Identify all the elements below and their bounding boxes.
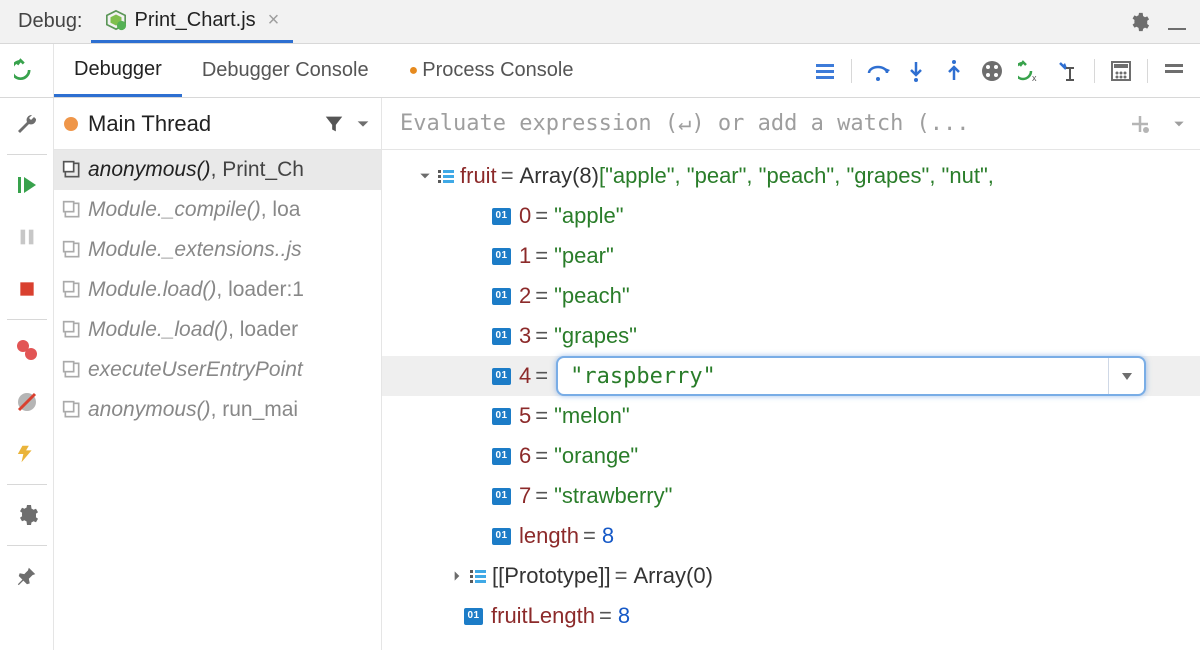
value-edit-box[interactable] — [556, 356, 1146, 396]
var-item-2[interactable]: 01 2 = "peach" — [382, 276, 1200, 316]
breakpoints-enabled-icon[interactable] — [0, 324, 54, 376]
thread-selector[interactable]: Main Thread — [54, 98, 382, 149]
var-item-5[interactable]: 01 5 = "melon" — [382, 396, 1200, 436]
async-icon[interactable] — [0, 428, 54, 480]
var-item-4-editing[interactable]: 01 4 = — [382, 356, 1200, 396]
value-edit-input[interactable] — [568, 363, 1104, 390]
resume-ws-icon[interactable]: x — [1018, 59, 1042, 83]
pause-button[interactable] — [0, 211, 54, 263]
calculator-icon[interactable] — [1109, 59, 1133, 83]
expand-icon[interactable] — [412, 169, 438, 183]
array-icon — [470, 570, 486, 583]
index-badge-icon: 01 — [464, 608, 483, 625]
view-breakpoints-icon[interactable] — [980, 59, 1004, 83]
frame-icon — [62, 200, 82, 220]
eval-dropdown-icon[interactable] — [1172, 117, 1186, 131]
history-dropdown-icon[interactable] — [1108, 358, 1144, 394]
frame-icon — [62, 360, 82, 380]
filter-icon[interactable] — [323, 113, 345, 135]
wrench-icon[interactable] — [0, 98, 54, 150]
step-out-icon[interactable] — [942, 59, 966, 83]
more-icon[interactable] — [1162, 59, 1186, 83]
index-badge-icon: 01 — [492, 248, 511, 265]
index-badge-icon: 01 — [492, 448, 511, 465]
evaluate-expression-input[interactable]: Evaluate expression (↵) or add a watch (… — [382, 98, 1200, 149]
var-item-1[interactable]: 01 1 = "pear" — [382, 236, 1200, 276]
stack-frame[interactable]: anonymous(), Print_Ch — [54, 150, 381, 190]
tab-debugger-console[interactable]: Debugger Console — [182, 44, 389, 97]
frame-icon — [62, 320, 82, 340]
debug-config-tab[interactable]: Print_Chart.js × — [91, 0, 294, 43]
var-item-6[interactable]: 01 6 = "orange" — [382, 436, 1200, 476]
index-badge-icon: 01 — [492, 288, 511, 305]
pin-icon[interactable] — [0, 550, 54, 602]
dropdown-icon[interactable] — [355, 116, 371, 132]
gear-icon[interactable] — [1128, 11, 1150, 33]
minimize-icon[interactable] — [1168, 14, 1186, 30]
var-fruitlength[interactable]: 01 fruitLength = 8 — [382, 596, 1200, 636]
index-badge-icon: 01 — [492, 488, 511, 505]
step-into-icon[interactable] — [904, 59, 928, 83]
tab-title: Print_Chart.js — [135, 9, 256, 32]
tab-process-console[interactable]: ● Process Console — [389, 44, 594, 97]
svg-text:x: x — [1032, 73, 1037, 83]
frame-icon — [62, 160, 82, 180]
add-watch-icon[interactable] — [1128, 112, 1152, 136]
step-over-icon[interactable] — [866, 59, 890, 83]
expand-icon[interactable] — [444, 569, 470, 583]
rerun-button[interactable] — [0, 44, 54, 96]
mute-breakpoints-icon[interactable] — [0, 376, 54, 428]
stop-button[interactable] — [0, 263, 54, 315]
close-icon[interactable]: × — [264, 9, 280, 32]
index-badge-icon: 01 — [492, 208, 511, 225]
index-badge-icon: 01 — [492, 528, 511, 545]
top-tab-bar: Debug: Print_Chart.js × — [0, 0, 1200, 44]
left-icon-strip — [0, 98, 54, 650]
variables-panel: fruit = Array(8) ["apple", "pear", "peac… — [382, 150, 1200, 650]
debug-toolbar: x — [813, 44, 1200, 97]
nodejs-icon — [105, 9, 127, 31]
stack-frame[interactable]: Module._extensions..js — [54, 230, 381, 270]
index-badge-icon: 01 — [492, 328, 511, 345]
run-to-cursor-icon[interactable] — [1056, 59, 1080, 83]
var-length[interactable]: 01 length = 8 — [382, 516, 1200, 556]
var-prototype[interactable]: [[Prototype]] = Array(0) — [382, 556, 1200, 596]
var-item-7[interactable]: 01 7 = "strawberry" — [382, 476, 1200, 516]
var-item-0[interactable]: 01 0 = "apple" — [382, 196, 1200, 236]
array-icon — [438, 170, 454, 183]
frame-icon — [62, 280, 82, 300]
stack-frame[interactable]: anonymous(), run_mai — [54, 390, 381, 430]
index-badge-icon: 01 — [492, 368, 511, 385]
thread-name: Main Thread — [88, 111, 313, 137]
stack-frame[interactable]: Module._compile(), loa — [54, 190, 381, 230]
var-fruit[interactable]: fruit = Array(8) ["apple", "pear", "peac… — [382, 156, 1200, 196]
index-badge-icon: 01 — [492, 408, 511, 425]
thread-status-icon — [64, 117, 78, 131]
resume-button[interactable] — [0, 159, 54, 211]
stack-frame[interactable]: Module.load(), loader:1 — [54, 270, 381, 310]
stack-frame[interactable]: Module._load(), loader — [54, 310, 381, 350]
eval-placeholder: Evaluate expression (↵) or add a watch (… — [400, 111, 970, 136]
tab-debugger[interactable]: Debugger — [54, 44, 182, 97]
debug-label: Debug: — [0, 10, 91, 33]
frame-icon — [62, 240, 82, 260]
var-item-3[interactable]: 01 3 = "grapes" — [382, 316, 1200, 356]
threads-icon[interactable] — [813, 59, 837, 83]
warning-dot-icon: ● — [409, 62, 419, 80]
frames-list: anonymous(), Print_Ch Module._compile(),… — [54, 150, 382, 650]
frame-icon — [62, 400, 82, 420]
settings-icon[interactable] — [0, 489, 54, 541]
stack-frame[interactable]: executeUserEntryPoint — [54, 350, 381, 390]
